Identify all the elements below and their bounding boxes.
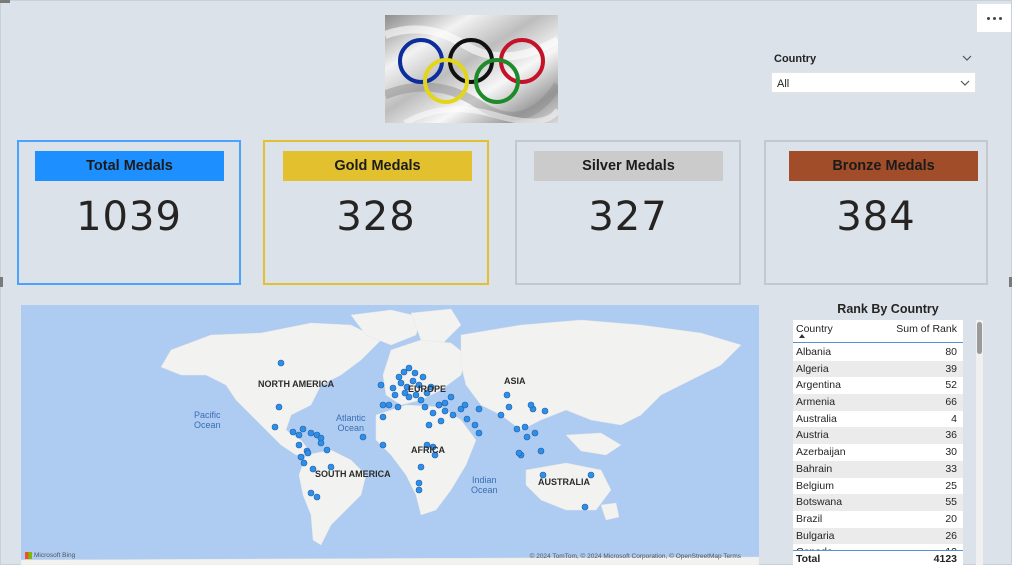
kpi-card-bronze[interactable]: Bronze Medals 384	[764, 140, 988, 285]
kpi-card-total[interactable]: Total Medals 1039	[17, 140, 241, 285]
table-row[interactable]: Austria 36	[793, 427, 963, 445]
kpi-card-silver[interactable]: Silver Medals 327	[515, 140, 741, 285]
ocean-label: Atlantic Ocean	[336, 413, 366, 433]
country-cell: Algeria	[796, 362, 829, 375]
continent-label: AFRICA	[411, 445, 445, 455]
table-header: Country Sum of Rank	[793, 320, 963, 343]
map-land	[21, 308, 759, 565]
country-cell: Albania	[796, 346, 832, 358]
rank-cell: 25	[945, 479, 957, 492]
rank-cell: 36	[945, 429, 957, 442]
scroll-thumb[interactable]	[977, 322, 982, 354]
more-options-button[interactable]	[977, 4, 1011, 32]
kpi-value: 327	[588, 194, 668, 240]
table-total-row: Total 4123	[793, 550, 963, 565]
slicer-title: Country	[774, 53, 817, 65]
world-map[interactable]: NORTH AMERICA EUROPE ASIA AFRICA SOUTH A…	[21, 305, 759, 565]
table-row[interactable]: Bahrain 33	[793, 460, 963, 478]
rank-cell: 55	[945, 496, 957, 509]
continent-label: SOUTH AMERICA	[315, 469, 391, 479]
rank-cell: 4	[951, 412, 957, 425]
kpi-label: Silver Medals	[534, 151, 723, 181]
table-row[interactable]: Botswana 55	[793, 494, 963, 511]
total-label: Total	[796, 553, 821, 565]
continent-label: ASIA	[504, 376, 526, 386]
table-row[interactable]: Armenia 66	[793, 394, 963, 411]
rank-cell: 33	[945, 462, 957, 475]
table-scrollbar[interactable]	[976, 320, 983, 565]
country-dropdown[interactable]: All	[771, 72, 976, 93]
country-cell: Bahrain	[796, 462, 833, 475]
table-row[interactable]: Azerbaijan 30	[793, 444, 963, 461]
kpi-value: 328	[336, 194, 416, 240]
rank-cell: 30	[945, 446, 957, 459]
continent-label: AUSTRALIA	[538, 477, 590, 487]
table-row[interactable]: Albania 80	[793, 344, 963, 361]
column-header-sum-of-rank[interactable]: Sum of Rank	[896, 323, 957, 335]
kpi-card-gold[interactable]: Gold Medals 328	[263, 140, 489, 285]
resize-handle[interactable]	[0, 277, 3, 287]
rank-cell: 66	[945, 396, 957, 409]
rank-cell: 39	[945, 362, 957, 375]
total-value: 4123	[933, 553, 957, 565]
map-credit[interactable]: © 2024 TomTom, © 2024 Microsoft Corporat…	[530, 553, 741, 560]
table-row[interactable]: Argentina 52	[793, 377, 963, 394]
kpi-value: 1039	[76, 194, 182, 240]
ocean-label: Pacific Ocean	[194, 410, 221, 430]
microsoft-logo-icon	[25, 552, 32, 559]
country-cell: Belgium	[796, 479, 834, 492]
rank-cell: 26	[945, 529, 957, 542]
rank-table: Country Sum of Rank Albania 80 Algeria 39 Ar…	[793, 320, 963, 565]
dropdown-value: All	[777, 78, 790, 90]
country-cell: Austria	[796, 429, 829, 442]
ellipsis-icon	[986, 16, 990, 20]
country-cell: Argentina	[796, 379, 841, 392]
bing-logo: Microsoft Bing	[25, 552, 75, 559]
country-cell: Azerbaijan	[796, 446, 846, 459]
table-row[interactable]: Australia 4	[793, 411, 963, 428]
sort-ascending-icon	[799, 334, 805, 338]
table-row[interactable]: Brazil 20	[793, 511, 963, 528]
chevron-down-icon[interactable]	[961, 53, 973, 63]
country-cell: Armenia	[796, 396, 836, 409]
country-cell: Botswana	[796, 496, 843, 509]
table-row[interactable]: Algeria 39	[793, 360, 963, 378]
continent-label: EUROPE	[408, 384, 447, 394]
table-row[interactable]: Bulgaria 26	[793, 527, 963, 545]
olympic-flag-image	[385, 15, 558, 123]
resize-handle[interactable]	[0, 0, 10, 3]
continent-label: NORTH AMERICA	[258, 379, 335, 389]
kpi-label: Gold Medals	[283, 151, 472, 181]
table-row[interactable]: Belgium 25	[793, 478, 963, 495]
ocean-label: Indian Ocean	[471, 475, 498, 495]
table-body: Albania 80 Algeria 39 Argentina 52 Armenia 66 Au…	[793, 344, 963, 561]
rank-cell: 20	[945, 512, 957, 525]
country-cell: Bulgaria	[796, 529, 835, 542]
rank-cell: 80	[945, 346, 957, 358]
table-title: Rank By Country	[837, 302, 939, 316]
rank-cell: 52	[945, 379, 957, 392]
country-slicer: Country All	[771, 50, 976, 95]
kpi-label: Total Medals	[35, 151, 224, 181]
kpi-label: Bronze Medals	[789, 151, 978, 181]
country-cell: Australia	[796, 412, 837, 425]
country-cell: Brazil	[796, 512, 823, 525]
chevron-down-icon	[960, 80, 970, 86]
kpi-value: 384	[836, 194, 916, 240]
